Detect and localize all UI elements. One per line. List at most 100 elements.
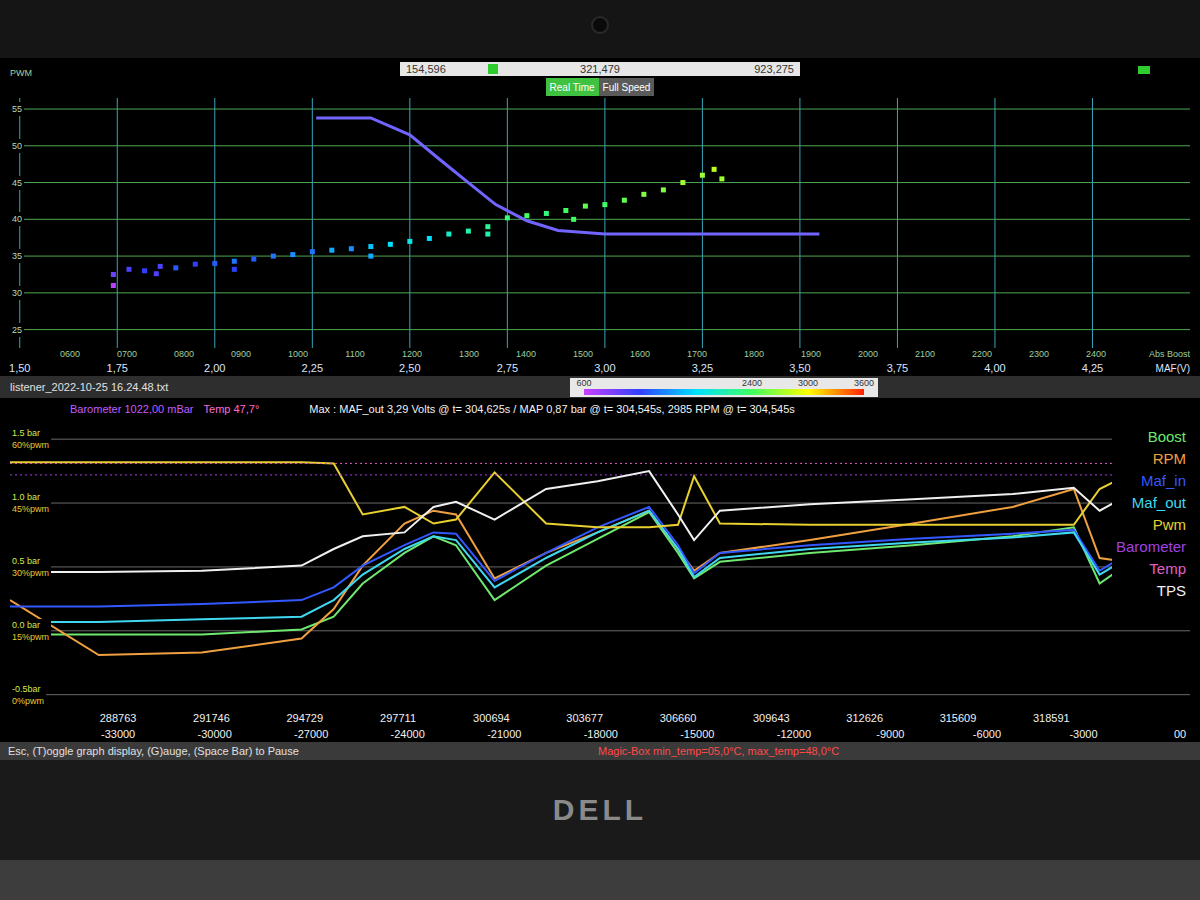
legend-item: Pwm — [1153, 514, 1186, 536]
boost-curve — [316, 118, 819, 234]
legend-item: Barometer — [1116, 536, 1186, 558]
slider-thumb[interactable] — [488, 64, 498, 74]
top-bezel — [0, 0, 1200, 58]
data-point — [407, 239, 412, 244]
time-tick-label: 297711 — [380, 710, 416, 726]
rpm-tick-label: 1600 — [630, 348, 650, 361]
rpm-tick-label: 0700 — [117, 348, 137, 361]
grid-line — [10, 329, 1190, 330]
barometer-reading: Barometer 1022,00 mBar — [70, 403, 194, 415]
maf-tick-label: 3,50 — [789, 361, 810, 376]
time-tick-label: 318591 — [1033, 710, 1070, 726]
time-tick-label: -33000 — [101, 726, 135, 742]
relative-time-axis: -33000-30000-27000-24000-21000-18000-150… — [10, 726, 1190, 742]
bar-tick: 1.0 bar — [12, 491, 49, 503]
data-point — [310, 249, 315, 254]
screen: PWM154,596321,479923,275 Real TimeFull Sp… — [0, 58, 1200, 760]
rpm-tick-label: 1400 — [516, 348, 536, 361]
y-axis-title: PWM — [10, 58, 400, 78]
scatter-plot: 55504540353025 — [10, 98, 1190, 348]
rpm-tick-label: 1800 — [744, 348, 764, 361]
grid-line — [604, 98, 605, 348]
time-tick-label: 00 — [1174, 726, 1186, 742]
grid-line — [10, 503, 1190, 504]
data-point — [446, 232, 451, 237]
data-point — [544, 211, 549, 216]
data-point — [505, 215, 510, 220]
mode-button[interactable]: Full Speed — [599, 78, 655, 96]
scale-labels: 600240030003600 — [584, 378, 864, 389]
data-point — [142, 268, 147, 273]
legend: BoostRPMMaf_inMaf_outPwmBarometerTempTPS — [1112, 424, 1190, 604]
bar-tick: -0.5bar — [12, 683, 44, 695]
data-point — [158, 264, 163, 269]
time-axis: 2887632917462947292977113006943036773066… — [10, 710, 1190, 726]
status-bar: Esc, (T)oggle graph display, (G)auge, (S… — [0, 742, 1200, 760]
y-tick-label: 1.0 bar45%pwm — [10, 491, 51, 515]
data-point — [173, 265, 178, 270]
brand-logo: DELL — [553, 793, 647, 827]
maf-tick-label: 2,75 — [497, 361, 518, 376]
data-point — [126, 267, 131, 272]
rpm-tick-label: 2400 — [1086, 348, 1106, 361]
scale-gradient — [584, 389, 864, 395]
time-canvas — [10, 420, 1190, 710]
range-current: 321,479 — [580, 62, 620, 76]
data-point — [388, 242, 393, 247]
scale-label: 3600 — [854, 378, 874, 389]
rpm-tick-label: 1100 — [345, 348, 364, 361]
filename: listener_2022-10-25 16.24.48.txt — [10, 381, 570, 393]
pwm-tick: 45%pwm — [12, 503, 49, 515]
y-tick-label: 55 — [10, 102, 24, 116]
chart-header: Barometer 1022,00 mBarTemp 47,7°Max : MA… — [0, 398, 1200, 420]
y-tick-label: -0.5bar0%pwm — [10, 683, 46, 707]
time-tick-label: -18000 — [584, 726, 618, 742]
time-tick-label: -24000 — [391, 726, 425, 742]
data-point — [154, 271, 159, 276]
grid-line — [10, 145, 1190, 146]
grid-line — [214, 98, 215, 348]
time-tick-label: 315609 — [940, 710, 977, 726]
color-scale: 600240030003600 — [570, 378, 878, 397]
status-indicator — [1138, 66, 1150, 74]
scatter-chart: PWM154,596321,479923,275 Real TimeFull Sp… — [0, 58, 1200, 376]
series-line — [10, 471, 1187, 572]
data-point — [193, 262, 198, 267]
data-point — [232, 267, 237, 272]
bottom-bezel: DELL — [0, 760, 1200, 860]
rpm-tick-label: 0800 — [174, 348, 194, 361]
grid-line — [507, 98, 508, 348]
maf-tick-label: 1,50 — [9, 361, 30, 376]
range-slider[interactable]: 154,596321,479923,275 — [400, 62, 800, 76]
data-point — [485, 224, 490, 229]
legend-item: Maf_out — [1132, 492, 1186, 514]
rpm-tick-label: 1300 — [459, 348, 479, 361]
rpm-tick-label: 1900 — [801, 348, 821, 361]
maf-tick-label: 4,00 — [984, 361, 1005, 376]
grid-line — [799, 98, 800, 348]
maf-tick-label: 4,25 — [1082, 361, 1103, 376]
legend-item: RPM — [1153, 448, 1186, 470]
series-line — [10, 512, 1187, 635]
mode-button[interactable]: Real Time — [546, 78, 599, 96]
series-line — [10, 507, 1187, 607]
rpm-tick-label: 1000 — [288, 348, 308, 361]
pwm-tick: 60%pwm — [12, 439, 49, 451]
rpm-tick-label: 0900 — [231, 348, 251, 361]
data-point — [212, 261, 217, 266]
bar-tick: 0.5 bar — [12, 555, 49, 567]
rpm-tick-label: 1200 — [402, 348, 422, 361]
rpm-tick-label: 2100 — [915, 348, 935, 361]
time-tick-label: 303677 — [566, 710, 603, 726]
maf-tick-label: 2,25 — [302, 361, 323, 376]
data-point — [111, 272, 116, 277]
y-tick-label: 0.5 bar30%pwm — [10, 555, 51, 579]
time-tick-label: 306660 — [660, 710, 697, 726]
time-tick-label: -27000 — [294, 726, 328, 742]
bar-tick: 0.0 bar — [12, 619, 49, 631]
time-chart: Barometer 1022,00 mBarTemp 47,7°Max : MA… — [0, 398, 1200, 742]
max-info: Max : MAF_out 3,29 Volts @ t= 304,625s /… — [309, 403, 795, 415]
legend-item: Temp — [1149, 558, 1186, 580]
grid-line — [10, 256, 1190, 257]
bar-tick: 1.5 bar — [12, 427, 49, 439]
